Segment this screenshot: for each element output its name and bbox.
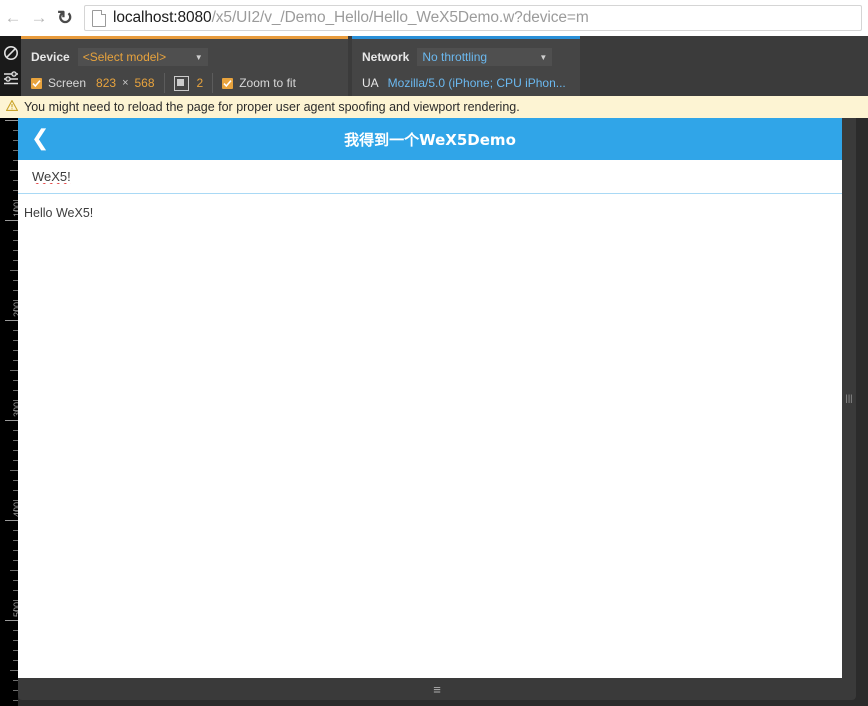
viewport-resize-handle-bottom[interactable]: ≡ xyxy=(18,678,856,700)
ruler-tick xyxy=(5,320,18,321)
screen-height-input[interactable]: 568 xyxy=(135,76,155,90)
device-label: Device xyxy=(31,50,70,64)
ruler-tick xyxy=(10,270,18,271)
ruler-tick xyxy=(5,220,18,221)
toolbar-empty-area xyxy=(580,36,868,96)
viewport-resize-handle-right[interactable]: ||| xyxy=(842,118,856,678)
device-settings-section: Device <Select model> ▼ Screen 823 × 568… xyxy=(21,36,348,96)
page-document-icon xyxy=(92,9,106,27)
url-host: localhost:8080 xyxy=(113,9,212,26)
screen-width-input[interactable]: 823 xyxy=(96,76,116,90)
page-title: 我得到一个WeX5Demo xyxy=(344,130,516,149)
resize-grip-horizontal-icon: ≡ xyxy=(433,681,441,697)
no-throttle-icon[interactable] xyxy=(3,45,19,61)
device-pixel-ratio-value[interactable]: 2 xyxy=(197,76,204,90)
ruler-tick xyxy=(10,170,18,171)
ruler-tick xyxy=(5,520,18,521)
device-screen-row: Screen 823 × 568 2 Zoom to fit xyxy=(21,70,348,96)
toolbar-divider-2 xyxy=(212,73,214,93)
input-row xyxy=(18,160,842,194)
network-throttling-row: Network No throttling ▼ xyxy=(352,44,580,70)
toolbar-divider xyxy=(163,73,165,93)
warning-message: You might need to reload the page for pr… xyxy=(24,100,520,114)
zoom-to-fit-label: Zoom to fit xyxy=(239,76,296,90)
resize-grip-vertical-icon: ||| xyxy=(845,392,853,403)
ruler-tick xyxy=(10,670,18,671)
screen-label: Screen xyxy=(48,76,87,90)
warning-triangle-icon xyxy=(5,98,19,116)
dimension-separator: × xyxy=(122,77,129,89)
ruler-tick xyxy=(5,120,18,121)
ruler-tick xyxy=(10,570,18,571)
network-throttling-select[interactable]: No throttling ▼ xyxy=(417,48,553,66)
device-model-row: Device <Select model> ▼ xyxy=(21,44,348,70)
screen-checkbox[interactable] xyxy=(31,77,42,89)
address-bar[interactable]: localhost:8080/x5/UI2/v_/Demo_Hello/Hell… xyxy=(84,5,862,31)
toolbar-icon-rail xyxy=(0,36,21,96)
device-model-select[interactable]: <Select model> ▼ xyxy=(77,48,208,66)
warning-banner: You might need to reload the page for pr… xyxy=(0,96,868,118)
network-label: Network xyxy=(362,50,410,64)
app-header: ❮ 我得到一个WeX5Demo xyxy=(18,118,842,160)
user-agent-row: UA Mozilla/5.0 (iPhone; CPU iPhon... xyxy=(352,70,580,96)
network-throttling-value: No throttling xyxy=(422,50,488,64)
url-text: localhost:8080/x5/UI2/v_/Demo_Hello/Hell… xyxy=(113,9,589,27)
device-frame: ❮ 我得到一个WeX5Demo Hello WeX5! ||| ≡ xyxy=(18,118,856,706)
forward-arrow-icon[interactable]: → xyxy=(26,5,52,31)
device-viewport: ❮ 我得到一个WeX5Demo Hello WeX5! xyxy=(18,118,842,678)
network-settings-section: Network No throttling ▼ UA Mozilla/5.0 (… xyxy=(352,36,580,96)
ruler-tick xyxy=(10,470,18,471)
app-body: Hello WeX5! xyxy=(18,160,842,220)
vertical-ruler: 100 200 300 400 500 xyxy=(0,118,18,706)
back-arrow-icon[interactable]: ← xyxy=(0,5,26,31)
ua-label: UA xyxy=(362,76,379,90)
ua-value[interactable]: Mozilla/5.0 (iPhone; CPU iPhon... xyxy=(388,76,566,90)
ruler-tick xyxy=(10,370,18,371)
ruler-tick xyxy=(5,420,18,421)
emulation-stage: 100200300400500 ❮ 我得到一个WeX5Demo Hello We… xyxy=(0,118,868,706)
device-model-value: <Select model> xyxy=(82,50,167,64)
wex5-input[interactable] xyxy=(18,160,842,193)
back-chevron-icon[interactable]: ❮ xyxy=(31,128,49,150)
chevron-down-icon-network: ▼ xyxy=(539,52,548,62)
chevron-down-icon: ▼ xyxy=(194,52,203,62)
url-path: /x5/UI2/v_/Demo_Hello/Hello_WeX5Demo.w?d… xyxy=(211,9,589,26)
browser-toolbar: ← → ↻ localhost:8080/x5/UI2/v_/Demo_Hell… xyxy=(0,0,868,36)
ruler-tick xyxy=(5,620,18,621)
hello-message: Hello WeX5! xyxy=(24,206,94,220)
device-pixel-ratio-icon xyxy=(173,75,189,91)
network-conditions-icon[interactable] xyxy=(3,71,19,87)
device-emulation-toolbar: Device <Select model> ▼ Screen 823 × 568… xyxy=(0,36,868,96)
zoom-to-fit-checkbox[interactable] xyxy=(222,77,234,89)
reload-icon[interactable]: ↻ xyxy=(52,5,78,31)
